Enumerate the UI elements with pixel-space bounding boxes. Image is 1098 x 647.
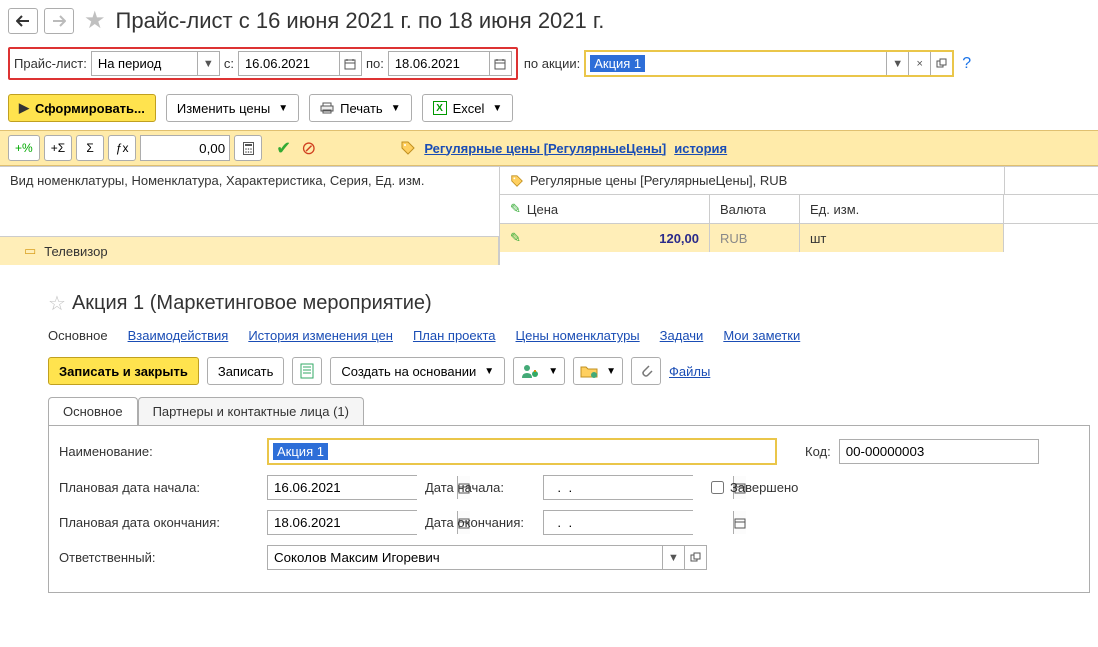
unit-value: шт <box>810 231 826 246</box>
attach-button[interactable] <box>631 357 661 385</box>
calc-value-input[interactable] <box>140 135 230 161</box>
tab-project-plan[interactable]: План проекта <box>413 328 496 343</box>
create-based-button[interactable]: Создать на основании▼ <box>330 357 505 385</box>
tab-price-history[interactable]: История изменения цен <box>248 328 393 343</box>
responsible-dropdown[interactable]: ▼ <box>662 546 684 569</box>
change-prices-button[interactable]: Изменить цены▼ <box>166 94 299 122</box>
completed-checkbox[interactable] <box>711 481 724 494</box>
promo-label: по акции: <box>524 56 580 71</box>
promo-open[interactable] <box>930 52 952 75</box>
plan-start-label: Плановая дата начала: <box>59 480 259 495</box>
apply-icon[interactable]: ✔ <box>276 138 291 159</box>
item-name[interactable]: Телевизор <box>44 244 107 259</box>
calculator-button[interactable] <box>234 135 262 161</box>
responsible-input[interactable] <box>268 546 662 569</box>
tab-my-notes[interactable]: Мои заметки <box>723 328 800 343</box>
promo-dropdown[interactable]: ▼ <box>886 52 908 75</box>
name-field[interactable]: Акция 1 <box>267 438 777 465</box>
start-label: Дата начала: <box>425 480 535 495</box>
end-calendar[interactable] <box>733 511 746 534</box>
save-button[interactable]: Записать <box>207 357 285 385</box>
to-label: по: <box>366 56 384 71</box>
folder-icon: ▭ <box>24 243 36 259</box>
cancel-icon[interactable]: ⊘ <box>301 138 316 159</box>
col-unit: Ед. изм. <box>800 195 1004 224</box>
price-value[interactable]: 120,00 <box>659 231 699 246</box>
regular-prices-link[interactable]: Регулярные цены [РегулярныеЦены] <box>424 141 666 156</box>
plan-end-label: Плановая дата окончания: <box>59 515 259 530</box>
promo-clear[interactable]: × <box>908 52 930 75</box>
name-label: Наименование: <box>59 444 259 459</box>
help-icon[interactable]: ? <box>962 55 971 73</box>
pencil-icon: ✎ <box>510 201 521 217</box>
tab-nomenclature-prices[interactable]: Цены номенклатуры <box>516 328 640 343</box>
files-link[interactable]: Файлы <box>669 364 710 379</box>
tab-interactions[interactable]: Взаимодействия <box>128 328 229 343</box>
tab-main[interactable]: Основное <box>48 328 108 343</box>
period-filter-group: Прайс-лист: ▼ с: по: <box>8 47 518 80</box>
price-header: Регулярные цены [РегулярныеЦены], RUB <box>530 173 787 188</box>
start-input[interactable] <box>544 476 733 499</box>
back-button[interactable] <box>8 8 38 34</box>
save-close-button[interactable]: Записать и закрыть <box>48 357 199 385</box>
currency-value: RUB <box>720 231 747 246</box>
excel-button[interactable]: XExcel▼ <box>422 94 514 122</box>
date-to-input[interactable] <box>389 52 489 75</box>
pencil-icon: ✎ <box>510 230 521 246</box>
responsible-label: Ответственный: <box>59 550 259 565</box>
end-label: Дата окончания: <box>425 515 535 530</box>
forward-button[interactable] <box>44 8 74 34</box>
col-currency: Валюта <box>710 195 800 224</box>
name-value: Акция 1 <box>273 443 328 460</box>
excel-icon: X <box>433 101 447 115</box>
tab-tasks[interactable]: Задачи <box>660 328 704 343</box>
detail-title: Акция 1 (Маркетинговое мероприятие) <box>72 292 432 315</box>
col-price: Цена <box>527 202 558 217</box>
sigma-button[interactable]: Σ <box>76 135 104 161</box>
from-label: с: <box>224 56 234 71</box>
history-link[interactable]: история <box>674 141 727 156</box>
form-button[interactable]: ▶Сформировать... <box>8 94 156 122</box>
code-input[interactable] <box>839 439 1039 464</box>
date-to-calendar[interactable] <box>489 52 511 75</box>
responsible-open[interactable] <box>684 546 706 569</box>
date-from-calendar[interactable] <box>339 52 361 75</box>
period-mode-input[interactable] <box>92 52 197 75</box>
sub-tab-partners[interactable]: Партнеры и контактные лица (1) <box>138 397 364 425</box>
code-label: Код: <box>805 444 831 459</box>
fx-button[interactable]: ƒx <box>108 135 136 161</box>
plus-percent-button[interactable]: +% <box>8 135 40 161</box>
completed-label: Завершено <box>730 480 798 495</box>
report-button[interactable] <box>292 357 322 385</box>
period-mode-dropdown[interactable]: ▼ <box>197 52 219 75</box>
favorite-star-icon[interactable]: ☆ <box>48 291 66 316</box>
folder-action-button[interactable]: ▼ <box>573 357 623 385</box>
sub-tab-main[interactable]: Основное <box>48 397 138 425</box>
plus-sigma-button[interactable]: +Σ <box>44 135 72 161</box>
tag-icon <box>400 140 416 156</box>
table-left-header: Вид номенклатуры, Номенклатура, Характер… <box>0 167 499 237</box>
favorite-star-icon[interactable]: ★ <box>84 6 106 35</box>
promo-field[interactable]: Акция 1 ▼ × <box>584 50 954 77</box>
date-from-input[interactable] <box>239 52 339 75</box>
tag-icon <box>510 174 524 188</box>
promo-value: Акция 1 <box>590 55 645 72</box>
page-title: Прайс-лист с 16 июня 2021 г. по 18 июня … <box>116 8 605 34</box>
price-list-label: Прайс-лист: <box>14 56 87 71</box>
print-button[interactable]: Печать▼ <box>309 94 412 122</box>
people-button[interactable]: ▼ <box>513 357 565 385</box>
end-input[interactable] <box>544 511 733 534</box>
